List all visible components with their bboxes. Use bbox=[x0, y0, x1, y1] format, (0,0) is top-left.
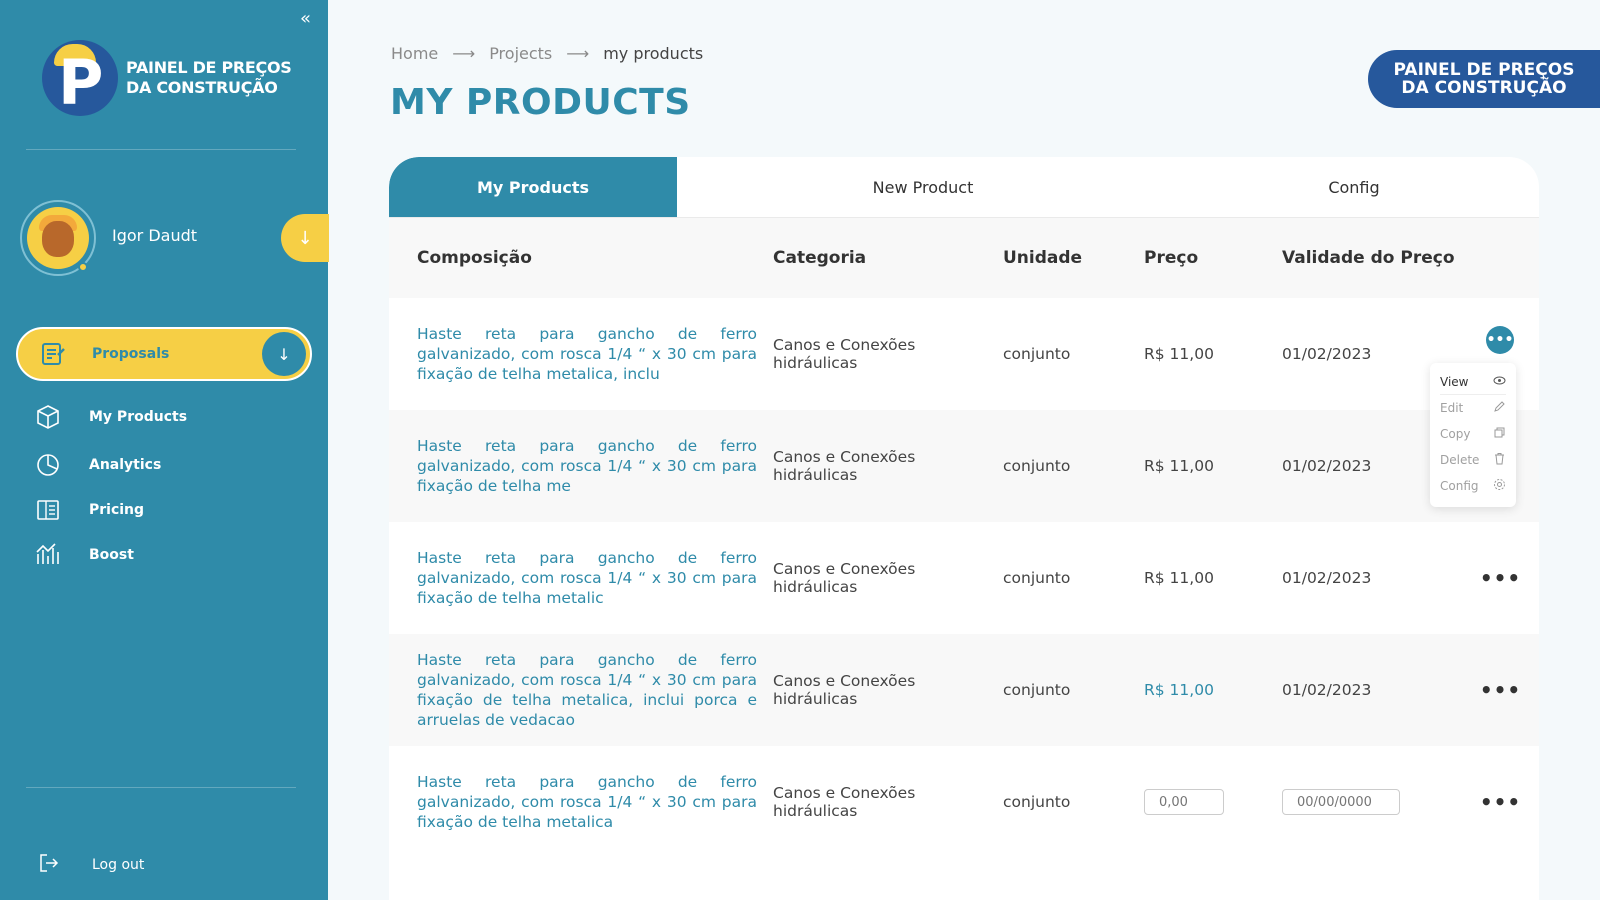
logout-label: Log out bbox=[92, 857, 145, 873]
row-actions-button[interactable]: ••• bbox=[1486, 326, 1514, 354]
avatar[interactable] bbox=[20, 200, 96, 276]
clipboard-icon bbox=[38, 339, 68, 369]
row-actions-button[interactable]: ••• bbox=[1480, 566, 1521, 590]
price-cell[interactable]: R$ 11,00 bbox=[1144, 681, 1282, 699]
user-panel: Igor Daudt ↓ bbox=[20, 200, 329, 276]
validity-cell: 01/02/2023 bbox=[1282, 345, 1372, 363]
arrow-right-icon: ⟶ bbox=[566, 44, 590, 63]
price-input[interactable] bbox=[1144, 789, 1224, 815]
table-row: Haste reta para gancho de ferro galvaniz… bbox=[389, 634, 1539, 746]
product-description[interactable]: Haste reta para gancho de ferro galvaniz… bbox=[417, 436, 757, 496]
column-header-composicao[interactable]: Composição bbox=[389, 248, 773, 268]
menu-item-edit[interactable]: Edit bbox=[1440, 395, 1506, 421]
category-cell: Canos e Conexões hidráulicas bbox=[773, 560, 916, 596]
menu-item-view[interactable]: View bbox=[1440, 369, 1506, 395]
online-status-dot bbox=[78, 262, 88, 272]
breadcrumb: Home ⟶ Projects ⟶ my products bbox=[391, 44, 703, 63]
user-menu-toggle[interactable]: ↓ bbox=[281, 214, 329, 262]
box-icon bbox=[34, 403, 62, 431]
logo-text: PAINEL DE PREÇOS DA CONSTRUÇÃO bbox=[126, 58, 292, 97]
arrow-down-icon: ↓ bbox=[277, 344, 291, 364]
gear-icon bbox=[1493, 478, 1506, 494]
sidebar-item-label: Proposals bbox=[92, 346, 170, 362]
tab-bar: My Products New Product Config bbox=[389, 157, 1539, 218]
logo-mark: P bbox=[42, 40, 118, 116]
arrow-down-icon: ↓ bbox=[297, 227, 313, 249]
tab-my-products[interactable]: My Products bbox=[389, 157, 677, 217]
breadcrumb-projects[interactable]: Projects bbox=[489, 44, 552, 63]
product-description[interactable]: Haste reta para gancho de ferro galvaniz… bbox=[417, 548, 757, 608]
category-cell: Canos e Conexões hidráulicas bbox=[773, 336, 916, 372]
table-row: Haste reta para gancho de ferro galvaniz… bbox=[389, 410, 1539, 522]
unit-cell: conjunto bbox=[1003, 569, 1071, 587]
column-header-preco[interactable]: Preço bbox=[1144, 248, 1282, 268]
copy-icon bbox=[1493, 426, 1506, 442]
category-cell: Canos e Conexões hidráulicas bbox=[773, 448, 916, 484]
logout-icon bbox=[38, 852, 60, 878]
row-actions-button[interactable]: ••• bbox=[1480, 678, 1521, 702]
sidebar-item-proposals[interactable]: Proposals ↓ bbox=[16, 327, 312, 381]
column-header-unidade[interactable]: Unidade bbox=[1003, 248, 1144, 268]
trash-icon bbox=[1493, 452, 1506, 468]
price-list-icon bbox=[34, 496, 62, 524]
table-row: Haste reta para gancho de ferro galvaniz… bbox=[389, 522, 1539, 634]
pie-chart-icon bbox=[34, 451, 62, 479]
table-row: Haste reta para gancho de ferro galvaniz… bbox=[389, 746, 1539, 858]
brand-badge: PAINEL DE PREÇOS DA CONSTRUÇÃO bbox=[1368, 50, 1600, 108]
sidebar-item-pricing[interactable]: Pricing bbox=[34, 496, 144, 524]
menu-item-config[interactable]: Config bbox=[1440, 473, 1506, 499]
menu-item-copy[interactable]: Copy bbox=[1440, 421, 1506, 447]
category-cell: Canos e Conexões hidráulicas bbox=[773, 784, 916, 820]
tab-new-product[interactable]: New Product bbox=[677, 157, 1169, 217]
row-actions-button[interactable]: ••• bbox=[1480, 790, 1521, 814]
divider bbox=[26, 149, 296, 150]
column-header-categoria[interactable]: Categoria bbox=[773, 248, 1003, 268]
sidebar-item-my-products[interactable]: My Products bbox=[34, 403, 187, 431]
menu-item-delete[interactable]: Delete bbox=[1440, 447, 1506, 473]
breadcrumb-home[interactable]: Home bbox=[391, 44, 438, 63]
sidebar-item-label: My Products bbox=[89, 409, 188, 425]
expand-proposals-button[interactable]: ↓ bbox=[262, 332, 306, 376]
pencil-icon bbox=[1493, 400, 1506, 416]
products-card: My Products New Product Config Composiçã… bbox=[389, 157, 1539, 900]
table-header: Composição Categoria Unidade Preço Valid… bbox=[389, 218, 1539, 298]
user-name: Igor Daudt bbox=[112, 226, 198, 245]
table-row: Haste reta para gancho de ferro galvaniz… bbox=[389, 298, 1539, 410]
table-body: Haste reta para gancho de ferro galvaniz… bbox=[389, 298, 1539, 858]
sidebar-item-label: Pricing bbox=[89, 502, 145, 518]
validity-cell: 01/02/2023 bbox=[1282, 681, 1372, 699]
unit-cell: conjunto bbox=[1003, 457, 1071, 475]
sidebar: « P PAINEL DE PREÇOS DA CONSTRUÇÃO Igor … bbox=[0, 0, 329, 900]
sidebar-item-label: Analytics bbox=[89, 457, 162, 473]
page-title: MY PRODUCTS bbox=[390, 82, 691, 123]
divider bbox=[26, 787, 296, 788]
validity-date-input[interactable] bbox=[1282, 789, 1400, 815]
breadcrumb-current: my products bbox=[603, 44, 704, 63]
product-description[interactable]: Haste reta para gancho de ferro galvaniz… bbox=[417, 650, 757, 730]
product-description[interactable]: Haste reta para gancho de ferro galvaniz… bbox=[417, 772, 757, 832]
sidebar-item-label: Boost bbox=[89, 547, 134, 563]
category-cell: Canos e Conexões hidráulicas bbox=[773, 672, 916, 708]
growth-icon bbox=[34, 541, 62, 569]
sidebar-item-boost[interactable]: Boost bbox=[34, 541, 134, 569]
row-actions-menu: View Edit Copy Delete Config bbox=[1430, 363, 1516, 507]
product-description[interactable]: Haste reta para gancho de ferro galvaniz… bbox=[417, 324, 757, 384]
logout-button[interactable]: Log out bbox=[38, 852, 144, 878]
sidebar-item-analytics[interactable]: Analytics bbox=[34, 451, 161, 479]
arrow-right-icon: ⟶ bbox=[452, 44, 476, 63]
unit-cell: conjunto bbox=[1003, 681, 1071, 699]
unit-cell: conjunto bbox=[1003, 345, 1071, 363]
column-header-validade[interactable]: Validade do Preço bbox=[1282, 248, 1462, 268]
unit-cell: conjunto bbox=[1003, 793, 1071, 811]
collapse-sidebar-icon[interactable]: « bbox=[300, 8, 311, 29]
sidebar-logo: P PAINEL DE PREÇOS DA CONSTRUÇÃO bbox=[42, 40, 292, 116]
price-cell: R$ 11,00 bbox=[1144, 569, 1214, 587]
price-cell: R$ 11,00 bbox=[1144, 457, 1214, 475]
eye-icon bbox=[1493, 374, 1506, 390]
validity-cell: 01/02/2023 bbox=[1282, 569, 1372, 587]
price-cell: R$ 11,00 bbox=[1144, 345, 1214, 363]
tab-config[interactable]: Config bbox=[1169, 157, 1539, 217]
